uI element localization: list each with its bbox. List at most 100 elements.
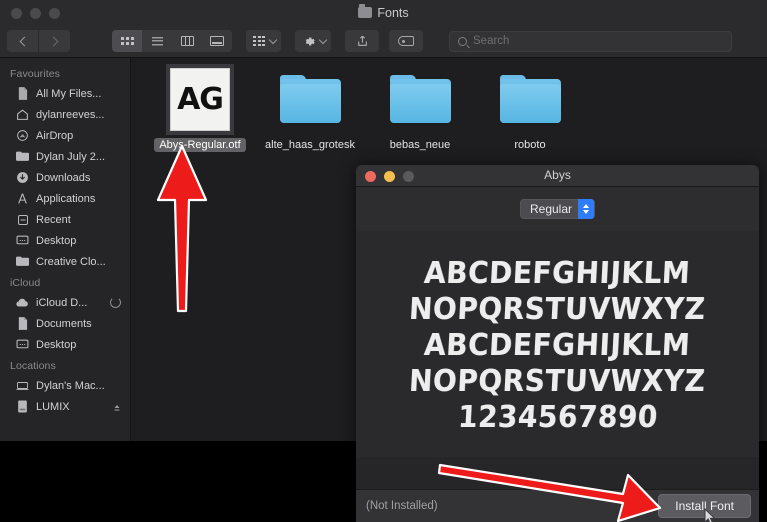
eject-icon[interactable] — [113, 403, 121, 411]
desktop-icon — [16, 234, 29, 247]
sidebar-item-recent[interactable]: Recent — [0, 209, 130, 230]
icloud-icon — [16, 296, 29, 309]
folder-icon — [389, 75, 451, 123]
font-file-icon: AG — [170, 67, 230, 131]
sidebar-item-label: AirDrop — [36, 129, 74, 142]
font-preview-title: Abys — [544, 168, 571, 182]
share-button[interactable] — [345, 30, 379, 52]
sidebar-section-locations-header: Locations — [10, 360, 56, 372]
file-label: Abys-Regular.otf — [154, 138, 246, 152]
sidebar-item-applications[interactable]: Applications — [0, 188, 130, 209]
file-thumbnail: AG — [167, 66, 233, 132]
mouse-cursor — [704, 508, 716, 522]
sidebar-item-icloud-drive[interactable]: iCloud D... — [0, 292, 130, 313]
grid-icon — [120, 37, 134, 45]
applications-icon — [16, 192, 29, 205]
font-style-dropdown[interactable]: Regular — [519, 199, 596, 219]
file-label: alte_haas_grotesk — [265, 139, 355, 151]
finder-title: Fonts — [0, 4, 767, 21]
sidebar-item-label: Dylan's Mac... — [36, 379, 105, 392]
file-thumbnail — [387, 66, 453, 132]
document-icon — [16, 87, 29, 100]
sync-spinner-icon — [110, 297, 121, 308]
file-thumbnail — [497, 66, 563, 132]
icon-view-button[interactable] — [112, 30, 142, 52]
sidebar-item-label: Dylan July 2... — [36, 150, 106, 163]
share-icon — [357, 35, 367, 46]
drive-icon — [16, 400, 29, 413]
font-style-value: Regular — [529, 202, 573, 216]
search-input[interactable]: Search — [449, 30, 732, 52]
file-item-abys-regular[interactable]: AG Abys-Regular.otf — [145, 66, 255, 152]
back-button[interactable] — [7, 30, 38, 52]
sidebar-item-desktop-icloud[interactable]: Desktop — [0, 334, 130, 355]
finder-sidebar[interactable]: Favourites All My Files... dylanreeves..… — [0, 58, 131, 441]
view-mode-segmented-control — [112, 30, 232, 52]
file-item-alte-haas-grotesk[interactable]: alte_haas_grotesk — [255, 66, 365, 152]
sidebar-item-label: Downloads — [36, 171, 91, 184]
file-grid: AG Abys-Regular.otf alte_haas_grotesk be… — [131, 58, 767, 152]
sidebar-item-dylans-mac[interactable]: Dylan's Mac... — [0, 375, 130, 396]
search-placeholder: Search — [473, 35, 510, 47]
tag-button[interactable] — [389, 30, 423, 52]
recent-icon — [16, 213, 29, 226]
folder-icon — [16, 255, 29, 268]
sidebar-item-airdrop[interactable]: AirDrop — [0, 125, 130, 146]
list-view-button[interactable] — [142, 30, 172, 52]
file-item-roboto[interactable]: roboto — [475, 66, 585, 152]
sidebar-item-all-my-files[interactable]: All My Files... — [0, 83, 130, 104]
sidebar-item-downloads[interactable]: Downloads — [0, 167, 130, 188]
sidebar-item-lumix[interactable]: LUMIX — [0, 396, 130, 417]
sidebar-item-label: iCloud D... — [36, 296, 88, 309]
font-style-bar: Regular — [356, 187, 759, 231]
file-label: bebas_neue — [389, 139, 451, 151]
chevron-left-icon — [19, 36, 29, 46]
action-button[interactable] — [295, 30, 331, 52]
navigation-buttons — [7, 30, 70, 52]
sidebar-item-label: Applications — [36, 192, 96, 205]
laptop-icon — [16, 379, 29, 392]
list-icon — [151, 36, 163, 46]
preview-line: ABCDEFGHIJKLM — [423, 254, 692, 290]
preview-line: NOPQRSTUVWXYZ — [408, 362, 707, 398]
gear-icon — [305, 37, 315, 45]
sidebar-item-desktop[interactable]: Desktop — [0, 230, 130, 251]
preview-line: 1234567890 — [456, 398, 659, 434]
forward-button[interactable] — [39, 30, 70, 52]
sidebar-item-label: dylanreeves... — [36, 108, 105, 121]
sidebar-item-label: Creative Clo... — [36, 255, 106, 268]
sidebar-item-label: Desktop — [36, 234, 77, 247]
preview-line: NOPQRSTUVWXYZ — [408, 290, 707, 326]
sidebar-item-label: LUMIX — [36, 400, 70, 413]
folder-icon — [16, 150, 29, 163]
sidebar-item-creative-cloud[interactable]: Creative Clo... — [0, 251, 130, 272]
column-view-button[interactable] — [172, 30, 202, 52]
sidebar-item-home[interactable]: dylanreeves... — [0, 104, 130, 125]
download-icon — [16, 171, 29, 184]
finder-toolbar: Search — [0, 25, 767, 58]
gallery-view-button[interactable] — [202, 30, 232, 52]
sidebar-item-documents[interactable]: Documents — [0, 313, 130, 334]
folder-icon — [499, 75, 561, 123]
font-glyph-preview: AG — [177, 81, 224, 117]
sidebar-item-label: Desktop — [36, 338, 77, 351]
chevron-down-icon — [318, 35, 328, 44]
file-item-bebas-neue[interactable]: bebas_neue — [365, 66, 475, 152]
columns-icon — [180, 36, 194, 46]
home-icon — [16, 108, 29, 121]
preview-line: ABCDEFGHIJKLM — [423, 326, 692, 362]
search-icon — [458, 36, 467, 46]
gallery-icon — [210, 36, 224, 46]
chevron-up-down-icon[interactable] — [578, 199, 595, 219]
font-preview-bottom-bar: (Not Installed) Install Font — [356, 489, 759, 522]
install-status-label: (Not Installed) — [366, 500, 438, 512]
font-preview-titlebar: Abys — [356, 165, 759, 187]
screenshot-root: Fonts Search Favourites All My Files... … — [0, 0, 767, 522]
file-label: roboto — [514, 139, 546, 151]
folder-icon — [358, 4, 373, 18]
sidebar-section-favourites-header: Favourites — [10, 68, 61, 80]
sidebar-item-label: Documents — [36, 317, 92, 330]
chevron-right-icon — [48, 36, 58, 46]
arrange-button[interactable] — [246, 30, 281, 52]
sidebar-item-dylan-july[interactable]: Dylan July 2... — [0, 146, 130, 167]
